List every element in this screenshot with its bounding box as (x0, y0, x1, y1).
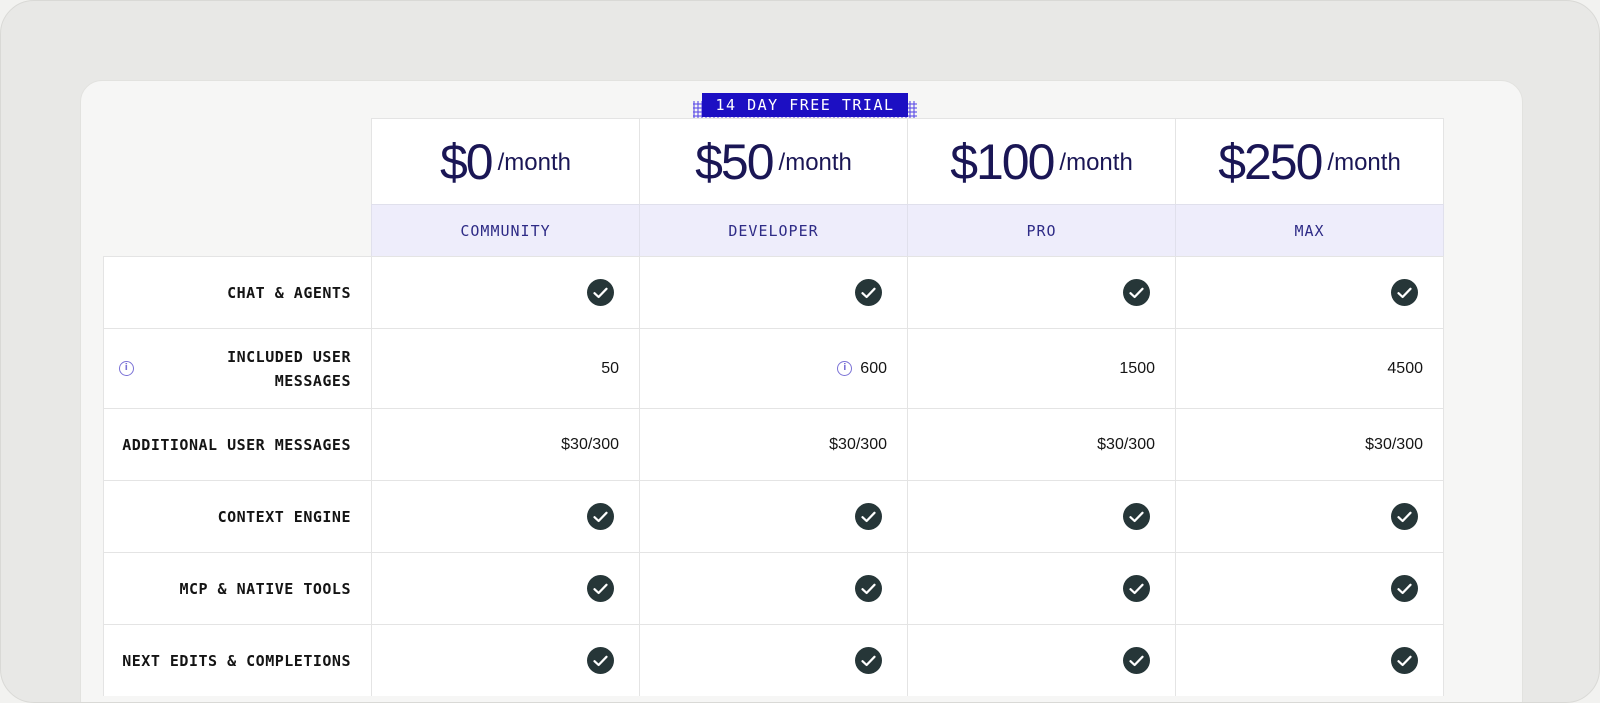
price-cell-max: $250 /month (1175, 118, 1444, 204)
row-next-edits-max (1175, 624, 1444, 696)
row-label-mcp-native-tools: MCP & NATIVE TOOLS (103, 552, 371, 624)
row-label-line: INCLUDED USER (227, 347, 351, 366)
check-circle-icon (587, 503, 614, 530)
row-label-chat-agents: CHAT & AGENTS (103, 256, 371, 328)
row-next-edits-developer (639, 624, 907, 696)
row-context-engine-max (1175, 480, 1444, 552)
row-next-edits-pro (907, 624, 1175, 696)
tier-header-max: MAX (1175, 204, 1444, 256)
row-label-context-engine: CONTEXT ENGINE (103, 480, 371, 552)
value-text: 1500 (1119, 359, 1155, 377)
badge-label: 14 DAY FREE TRIAL (702, 93, 908, 117)
check-circle-icon (855, 503, 882, 530)
check-circle-icon (587, 647, 614, 674)
check-circle-icon (1123, 279, 1150, 306)
check-circle-icon (1123, 647, 1150, 674)
page-background: 14 DAY FREE TRIAL $0 /month $50 /month $… (0, 0, 1600, 703)
row-mcp-tools-community (371, 552, 639, 624)
check-circle-icon (587, 279, 614, 306)
price-amount: $250 (1218, 133, 1323, 190)
info-icon[interactable]: i (119, 361, 134, 376)
row-next-edits-community (371, 624, 639, 696)
price-cell-community: $0 /month (371, 118, 639, 204)
check-circle-icon (855, 647, 882, 674)
tier-header-pro: PRO (907, 204, 1175, 256)
row-mcp-tools-developer (639, 552, 907, 624)
check-circle-icon (1391, 647, 1418, 674)
row-included-messages-pro: 1500 (907, 328, 1175, 408)
price-period: /month (497, 148, 571, 176)
row-additional-messages-community: $30/300 (371, 408, 639, 480)
row-label-additional-user-messages: ADDITIONAL USER MESSAGES (103, 408, 371, 480)
row-label-next-edits-completions: NEXT EDITS & COMPLETIONS (103, 624, 371, 696)
check-circle-icon (1391, 503, 1418, 530)
value-text: 50 (601, 359, 619, 377)
row-chat-agents-developer (639, 256, 907, 328)
check-circle-icon (1391, 279, 1418, 306)
price-period: /month (778, 148, 852, 176)
row-included-messages-developer: i 600 (639, 328, 907, 408)
row-label-line: MESSAGES (274, 371, 351, 390)
tier-header-community: COMMUNITY (371, 204, 639, 256)
value-text: 600 (860, 359, 887, 377)
value-text: $30/300 (1365, 435, 1423, 453)
price-amount: $50 (695, 133, 774, 190)
price-amount: $100 (950, 133, 1055, 190)
check-circle-icon (1123, 503, 1150, 530)
info-icon[interactable]: i (837, 361, 853, 376)
pricing-panel: 14 DAY FREE TRIAL $0 /month $50 /month $… (80, 80, 1523, 702)
row-context-engine-pro (907, 480, 1175, 552)
row-mcp-tools-max (1175, 552, 1444, 624)
price-period: /month (1059, 148, 1133, 176)
check-circle-icon (1391, 575, 1418, 602)
row-additional-messages-pro: $30/300 (907, 408, 1175, 480)
value-text: $30/300 (561, 435, 619, 453)
row-included-messages-community: 50 (371, 328, 639, 408)
row-chat-agents-max (1175, 256, 1444, 328)
check-circle-icon (587, 575, 614, 602)
price-period: /month (1327, 148, 1401, 176)
value-text: 4500 (1387, 359, 1423, 377)
value-text: $30/300 (1097, 435, 1155, 453)
row-label-text: INCLUDED USER MESSAGES (227, 345, 351, 393)
tier-header-developer: DEVELOPER (639, 204, 907, 256)
price-cell-developer: $50 /month (639, 118, 907, 204)
price-cell-pro: $100 /month (907, 118, 1175, 204)
row-mcp-tools-pro (907, 552, 1175, 624)
check-circle-icon (1123, 575, 1150, 602)
row-label-included-user-messages: i INCLUDED USER MESSAGES (103, 328, 371, 408)
check-circle-icon (855, 575, 882, 602)
row-context-engine-community (371, 480, 639, 552)
row-additional-messages-developer: $30/300 (639, 408, 907, 480)
check-circle-icon (855, 279, 882, 306)
row-chat-agents-community (371, 256, 639, 328)
row-context-engine-developer (639, 480, 907, 552)
value-text: $30/300 (829, 435, 887, 453)
price-amount: $0 (440, 133, 494, 190)
row-additional-messages-max: $30/300 (1175, 408, 1444, 480)
row-chat-agents-pro (907, 256, 1175, 328)
row-included-messages-max: 4500 (1175, 328, 1444, 408)
